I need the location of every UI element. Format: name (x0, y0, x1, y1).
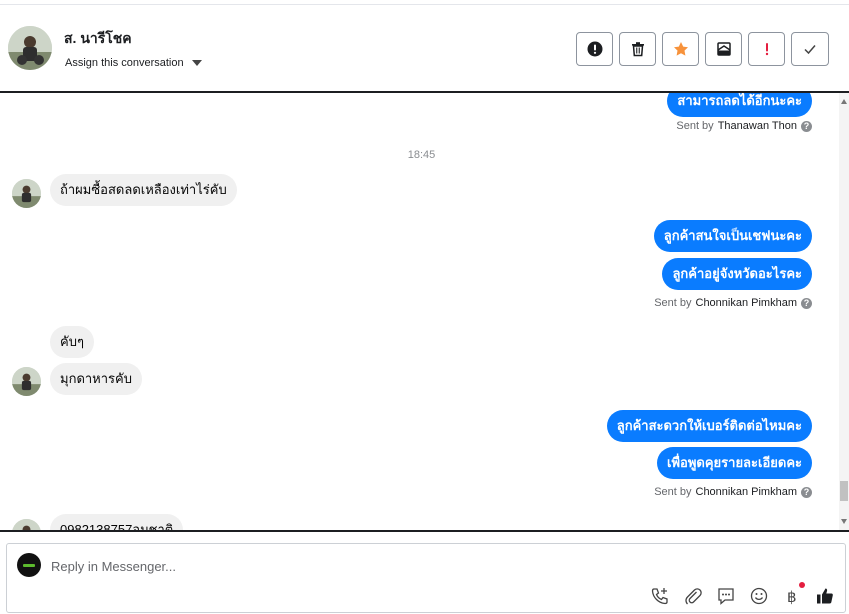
exclamation-icon (765, 43, 768, 56)
delete-button[interactable] (619, 32, 656, 66)
scroll-up-arrow-icon[interactable] (841, 99, 847, 104)
trash-icon (631, 42, 644, 57)
sender-name: Chonnikan Pimkham (695, 297, 798, 309)
thread-scrollbar[interactable] (839, 93, 849, 530)
sent-by-label: Sent by Chonnikan Pimkham ? (654, 486, 812, 498)
sender-name: Chonnikan Pimkham (695, 486, 798, 498)
outgoing-message[interactable]: ลูกค้าสนใจเป็นเชฟนะคะ (653, 220, 812, 252)
mark-unread-button[interactable] (705, 32, 742, 66)
sent-by-label: Sent by Chonnikan Pimkham ? (654, 297, 812, 309)
star-button[interactable] (662, 32, 699, 66)
message-thread[interactable]: สามารถลดได้อีกนะคะ Sent by Thanawan Thon… (0, 91, 849, 532)
messenger-inbox-conversation: ส. นารีโชค Assign this conversation สามา… (0, 0, 849, 614)
contact-avatar-small (12, 519, 41, 530)
page-avatar (17, 553, 41, 577)
svg-text:฿: ฿ (787, 588, 797, 606)
assign-label: Assign this conversation (65, 57, 184, 69)
mail-envelope-icon (716, 42, 731, 56)
assign-conversation-dropdown[interactable]: Assign this conversation (65, 57, 202, 69)
caret-down-icon (191, 60, 202, 66)
mark-spam-button[interactable] (576, 32, 613, 66)
emoji-icon (750, 587, 767, 604)
incoming-message[interactable]: คับๆ (50, 326, 94, 358)
reply-composer: ฿ (6, 543, 846, 613)
contact-avatar-small (12, 367, 41, 396)
outgoing-message[interactable]: เพื่อพูดคุยรายละเอียดคะ (657, 447, 812, 479)
help-icon[interactable]: ? (801, 486, 812, 498)
conversation-header: ส. นารีโชค Assign this conversation (0, 4, 849, 92)
phone-add-icon (651, 587, 668, 604)
follow-up-button[interactable] (748, 32, 785, 66)
saved-reply-icon (717, 587, 734, 605)
thumbs-up-icon (816, 588, 833, 603)
attachment-icon (684, 587, 702, 604)
scroll-down-arrow-icon[interactable] (841, 519, 847, 524)
saved-replies-button[interactable] (715, 585, 736, 606)
contact-name[interactable]: ส. นารีโชค (64, 28, 132, 50)
alert-circle-icon (587, 41, 602, 57)
scrollbar-thumb[interactable] (840, 481, 848, 501)
conversation-actions (576, 32, 829, 66)
help-icon[interactable]: ? (801, 120, 812, 132)
add-call-button[interactable] (649, 585, 670, 606)
star-icon (673, 42, 688, 56)
contact-avatar[interactable] (8, 26, 52, 70)
notification-dot (799, 582, 805, 588)
sent-by-label: Sent by Thanawan Thon ? (676, 120, 812, 132)
sent-by-prefix: Sent by (654, 486, 692, 498)
timestamp: 18:45 (407, 149, 436, 161)
payment-button[interactable]: ฿ (781, 582, 805, 606)
composer-tools: ฿ (649, 582, 835, 606)
like-button[interactable] (814, 585, 835, 606)
incoming-message[interactable]: มุกดาหารคับ (50, 363, 142, 395)
baht-payment-icon: ฿ (787, 588, 797, 606)
outgoing-message[interactable]: สามารถลดได้อีกนะคะ (667, 93, 812, 117)
outgoing-message[interactable]: ลูกค้าอยู่จังหวัดอะไรคะ (662, 258, 812, 290)
incoming-message[interactable]: ถ้าผมซื้อสดลดเหลืองเท่าไร่คับ (50, 174, 237, 206)
reply-input[interactable] (51, 555, 751, 577)
sent-by-prefix: Sent by (654, 297, 692, 309)
incoming-message[interactable]: 0982138757อมชาติ (50, 514, 184, 530)
attach-file-button[interactable] (682, 585, 703, 606)
outgoing-message[interactable]: ลูกค้าสะดวกให้เบอร์ติดต่อไหมคะ (606, 410, 812, 442)
help-icon[interactable]: ? (801, 297, 812, 309)
checkmark-icon (804, 45, 816, 55)
mark-done-button[interactable] (791, 32, 829, 66)
emoji-button[interactable] (748, 585, 769, 606)
sender-name: Thanawan Thon (717, 120, 797, 132)
contact-avatar-small (12, 179, 41, 208)
sent-by-prefix: Sent by (676, 120, 714, 132)
